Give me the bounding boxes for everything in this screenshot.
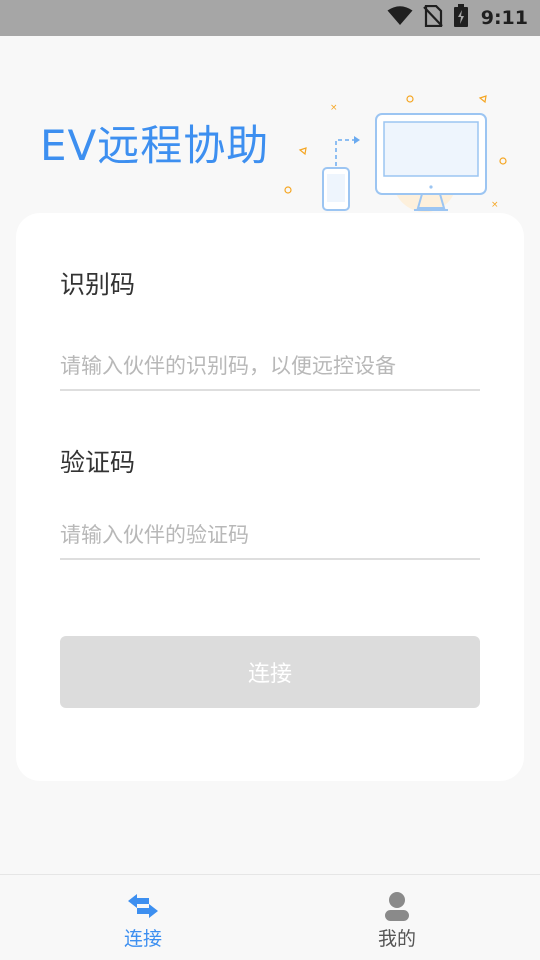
id-code-input[interactable] [60,343,480,391]
nav-label-connect: 连接 [123,928,162,950]
verify-code-label: 验证码 [60,448,136,477]
connect-button[interactable]: 连接 [60,636,480,708]
svg-text:×: × [491,200,499,210]
nav-label-mine: 我的 [377,928,416,950]
status-icons: 9:11 [387,0,528,36]
status-time: 9:11 [480,7,528,29]
person-icon [384,891,410,921]
connect-form-card: 识别码 验证码 连接 [16,213,524,781]
nav-item-mine[interactable]: 我的 [262,875,532,960]
battery-charging-icon [453,4,469,32]
no-sim-icon [422,4,443,31]
header-illustration: × × [280,90,520,220]
status-bar: 9:11 [0,0,540,36]
app-title: EV远程协助 [40,121,270,170]
bottom-nav: 连接 我的 [0,874,540,960]
wifi-icon [387,6,413,30]
nav-item-connect[interactable]: 连接 [8,875,278,960]
verify-code-input[interactable] [60,512,480,560]
swap-arrows-icon [127,891,159,921]
svg-text:×: × [330,103,338,113]
id-code-label: 识别码 [60,270,136,299]
